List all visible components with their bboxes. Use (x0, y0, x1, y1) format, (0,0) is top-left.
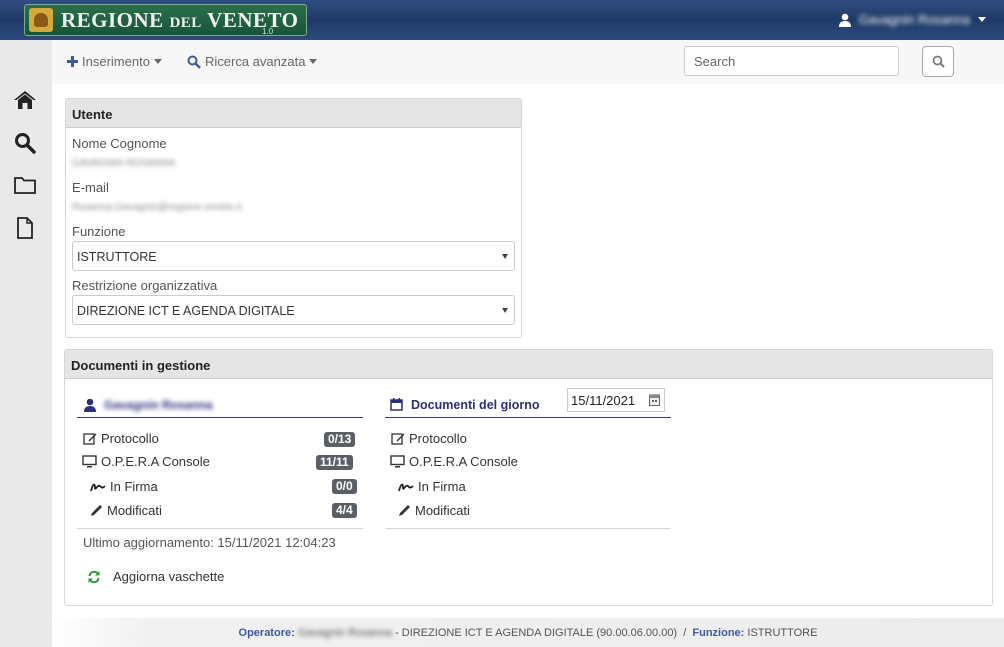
left-row-protocollo[interactable]: Protocollo (83, 431, 159, 446)
search-icon (932, 55, 945, 68)
divider (385, 528, 671, 529)
calendar-icon (390, 398, 403, 411)
left-row-modificati[interactable]: Modificati (90, 503, 162, 518)
right-row-modificati[interactable]: Modificati (398, 503, 470, 518)
pencil-icon (399, 505, 410, 516)
document-icon[interactable] (13, 216, 37, 240)
calendar-picker-icon[interactable] (649, 394, 660, 406)
refresh-button[interactable]: Aggiorna vaschette (87, 569, 224, 584)
count-badge: 0/13 (324, 432, 356, 447)
funzione-footer-value: ISTRUTTORE (744, 626, 818, 639)
insert-menu[interactable]: Inserimento (67, 54, 162, 69)
count-badge: 4/4 (332, 503, 357, 518)
search-button[interactable] (922, 46, 954, 77)
lion-emblem-icon (29, 8, 53, 32)
edit-square-icon (391, 433, 405, 445)
pencil-icon (91, 505, 102, 516)
right-row-protocollo[interactable]: Protocollo (391, 431, 467, 446)
email-value: Rosanna.Gavagnin@regione.veneto.it (72, 202, 242, 213)
insert-menu-label: Inserimento (82, 54, 150, 69)
user-panel: Utente Nome Cognome GAVAGNIN ROSANNA E-m… (65, 98, 522, 338)
user-name: Gavagnin Rosanna (858, 12, 970, 27)
main-content: Utente Nome Cognome GAVAGNIN ROSANNA E-m… (52, 84, 1004, 618)
divider (77, 528, 363, 529)
owner-name: Gavagnin Rosanna (104, 397, 213, 412)
dropdown-arrow-icon (502, 254, 508, 259)
user-icon (838, 13, 851, 27)
user-menu[interactable]: Gavagnin Rosanna (838, 12, 986, 27)
home-icon[interactable] (13, 88, 37, 112)
user-panel-title: Utente (66, 99, 521, 128)
chevron-down-icon (978, 17, 986, 22)
toolbar: Inserimento Ricerca avanzata (52, 40, 1004, 84)
advanced-search-menu[interactable]: Ricerca avanzata (187, 54, 318, 69)
count-badge: 11/11 (316, 455, 353, 470)
search-icon (187, 55, 201, 69)
name-value: GAVAGNIN ROSANNA (72, 158, 176, 169)
last-update-text: Ultimo aggiornamento: 15/11/2021 12:04:2… (83, 535, 336, 550)
right-row-in-firma[interactable]: In Firma (398, 479, 466, 494)
top-banner: REGIONE DEL VENETO 1.0 Gavagnin Rosanna (0, 0, 1004, 40)
documents-panel-title: Documenti in gestione (65, 350, 992, 379)
date-input[interactable]: 15/11/2021 (567, 388, 665, 412)
user-icon (84, 398, 96, 412)
signature-icon (90, 483, 106, 491)
restrizione-label: Restrizione organizzativa (72, 278, 218, 293)
funzione-label: Funzione (72, 224, 126, 239)
count-badge: 0/0 (332, 479, 357, 494)
monitor-icon (82, 455, 97, 468)
monitor-icon (390, 455, 405, 468)
version-label: 1.0 (262, 27, 274, 36)
edit-square-icon (83, 433, 97, 445)
owner-column-header: Gavagnin Rosanna (77, 392, 363, 418)
refresh-icon (88, 570, 100, 583)
search-input[interactable] (684, 46, 899, 76)
left-row-in-firma[interactable]: In Firma (90, 479, 158, 494)
status-footer: Operatore: Gavagnin Rosanna - DIREZIONE … (52, 618, 1004, 647)
sidebar (0, 40, 52, 647)
funzione-select[interactable]: ISTRUTTORE (72, 241, 515, 271)
funzione-footer-label: Funzione: (692, 626, 745, 639)
folder-icon[interactable] (13, 173, 37, 197)
search-icon[interactable] (13, 131, 37, 155)
restrizione-selected-value: DIREZIONE ICT E AGENDA DIGITALE (77, 304, 295, 318)
chevron-down-icon (309, 59, 318, 64)
operator-label: Operatore: (238, 626, 295, 639)
restrizione-select[interactable]: DIREZIONE ICT E AGENDA DIGITALE (72, 295, 515, 325)
operator-org: - DIREZIONE ICT E AGENDA DIGITALE (90.00… (392, 626, 693, 639)
left-row-opera-console[interactable]: O.P.E.R.A Console (82, 454, 210, 469)
dropdown-arrow-icon (502, 308, 508, 313)
email-label: E-mail (72, 180, 109, 195)
advanced-search-label: Ricerca avanzata (205, 54, 306, 69)
signature-icon (398, 483, 414, 491)
funzione-selected-value: ISTRUTTORE (77, 250, 157, 264)
name-label: Nome Cognome (72, 136, 167, 151)
documents-panel: Documenti in gestione Gavagnin Rosanna P… (64, 349, 993, 606)
right-row-opera-console[interactable]: O.P.E.R.A Console (390, 454, 518, 469)
operator-name: Gavagnin Rosanna (297, 626, 393, 639)
daily-title: Documenti del giorno (411, 397, 540, 412)
chevron-down-icon (153, 59, 162, 64)
plus-icon (67, 56, 78, 67)
